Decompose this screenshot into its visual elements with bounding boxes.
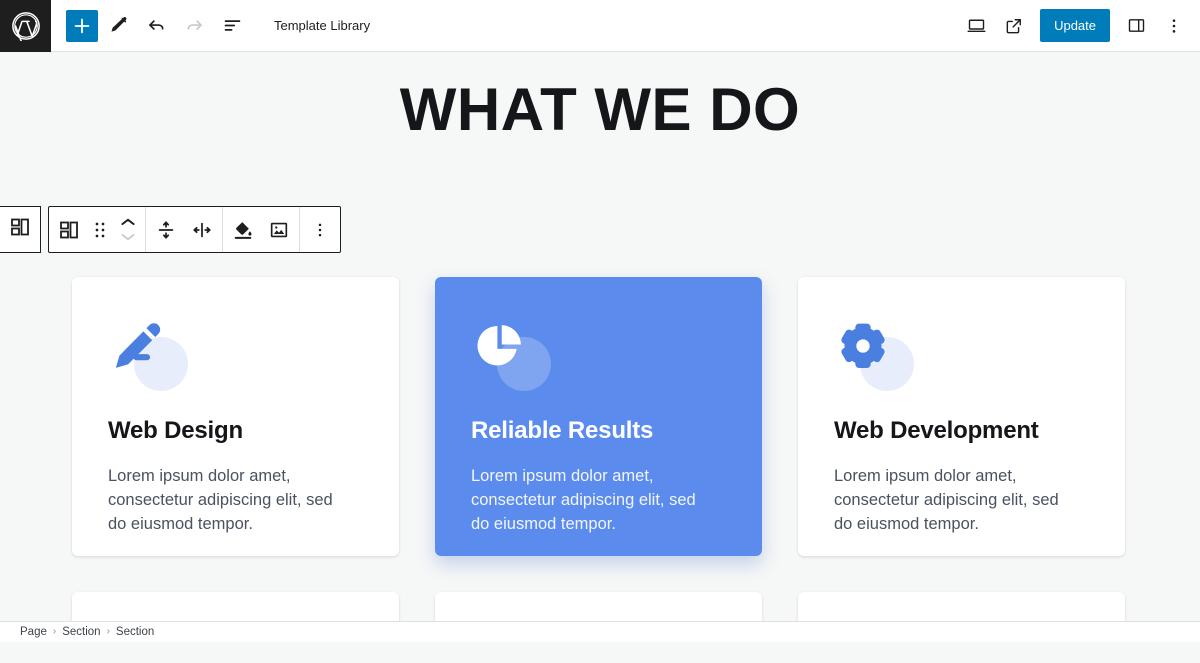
wordpress-logo-icon <box>11 11 41 41</box>
service-cards-grid: Web Design Lorem ipsum dolor amet, conse… <box>72 277 1128 642</box>
vertical-align-button[interactable] <box>148 207 184 252</box>
card-description: Lorem ipsum dolor amet, consectetur adip… <box>471 467 696 533</box>
add-block-button[interactable] <box>66 9 98 42</box>
card-title: Reliable Results <box>471 417 654 444</box>
block-toolbar-segment-options <box>300 207 340 252</box>
paint-bucket-icon <box>232 219 254 241</box>
background-color-button[interactable] <box>225 207 261 252</box>
drag-dots-icon <box>93 220 107 240</box>
list-view-button[interactable] <box>214 8 250 44</box>
settings-sidebar-button[interactable] <box>1118 8 1154 44</box>
desktop-icon <box>966 15 987 36</box>
block-toolbar-group <box>48 206 341 253</box>
block-toolbar-segment-color <box>223 207 300 252</box>
select-parent-block-button[interactable] <box>0 206 41 253</box>
three-dots-vertical-icon <box>1164 16 1184 36</box>
header-left-tools: Template Library <box>51 8 370 44</box>
page-title[interactable]: WHAT WE DO <box>0 52 1200 141</box>
horizontal-align-button[interactable] <box>184 207 220 252</box>
breadcrumb-separator: › <box>106 626 110 637</box>
pencil-icon <box>108 317 166 375</box>
edit-tool-button[interactable] <box>100 8 136 44</box>
external-link-icon <box>1004 16 1024 36</box>
card-reliable-results[interactable]: Reliable Results Lorem ipsum dolor amet,… <box>435 277 762 556</box>
breadcrumb-separator: › <box>52 626 57 637</box>
breadcrumb: Page › Section › Section <box>0 621 1200 642</box>
card-web-development[interactable]: Web Development Lorem ipsum dolor amet, … <box>798 277 1125 556</box>
view-site-button[interactable] <box>996 8 1032 44</box>
card-title: Web Development <box>834 417 1039 444</box>
wordpress-logo-button[interactable] <box>0 0 51 52</box>
card-description: Lorem ipsum dolor amet, consectetur adip… <box>108 467 333 533</box>
header-right-tools: Update <box>958 8 1200 44</box>
block-options-button[interactable] <box>302 207 338 252</box>
gear-icon <box>834 317 892 375</box>
block-toolbar-segment-block <box>49 207 146 252</box>
card-icon <box>834 317 914 393</box>
more-options-button[interactable] <box>1156 8 1192 44</box>
columns-layout-icon <box>8 215 32 244</box>
block-type-button[interactable] <box>51 207 87 252</box>
update-button[interactable]: Update <box>1040 9 1110 42</box>
undo-button[interactable] <box>138 8 174 44</box>
card-icon <box>108 317 188 393</box>
chevron-down-icon[interactable] <box>121 233 135 241</box>
editor-header: Template Library Update <box>0 0 1200 52</box>
columns-layout-icon <box>57 218 81 242</box>
card-description: Lorem ipsum dolor amet, consectetur adip… <box>834 467 1059 533</box>
block-toolbar-segment-align <box>146 207 223 252</box>
move-up-down-buttons[interactable] <box>113 207 143 252</box>
breadcrumb-item-section-2[interactable]: Section <box>116 626 154 638</box>
image-icon <box>268 219 290 241</box>
three-dots-vertical-icon <box>310 220 330 240</box>
redo-arrow-icon <box>184 15 205 36</box>
editor-canvas: WHAT WE DO Web Design Lorem ipsum dolor … <box>0 52 1200 642</box>
sidebar-panel-icon <box>1126 15 1147 36</box>
block-toolbar <box>0 206 341 253</box>
drag-handle[interactable] <box>87 207 113 252</box>
chevron-up-icon[interactable] <box>121 218 135 226</box>
card-web-design[interactable]: Web Design Lorem ipsum dolor amet, conse… <box>72 277 399 556</box>
card-title: Web Design <box>108 417 243 444</box>
breadcrumb-item-section-1[interactable]: Section <box>62 626 100 638</box>
align-vertical-center-icon <box>155 219 177 241</box>
preview-button[interactable] <box>958 8 994 44</box>
document-title: Template Library <box>274 18 371 33</box>
background-image-button[interactable] <box>261 207 297 252</box>
card-icon <box>471 317 551 393</box>
redo-button[interactable] <box>176 8 212 44</box>
pencil-icon <box>108 15 129 36</box>
list-view-icon <box>222 15 243 36</box>
undo-arrow-icon <box>146 15 167 36</box>
align-horizontal-center-icon <box>191 219 213 241</box>
pie-chart-icon <box>471 317 529 375</box>
breadcrumb-item-page[interactable]: Page <box>20 626 47 638</box>
